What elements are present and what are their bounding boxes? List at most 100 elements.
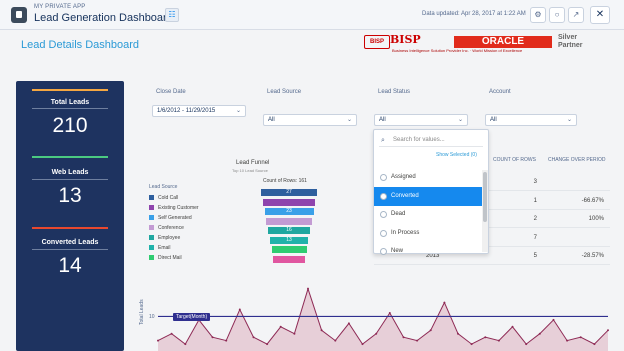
kpi-value: 14 [58, 254, 82, 277]
chart-point[interactable] [293, 332, 296, 335]
chart-point[interactable] [225, 339, 228, 342]
lead-source-select[interactable]: All ⌄ [263, 114, 357, 126]
radio-icon [380, 174, 387, 181]
kpi-value: 13 [58, 184, 82, 207]
chart-point[interactable] [607, 329, 609, 332]
chat-icon[interactable]: ○ [549, 7, 565, 23]
legend-swatch [149, 215, 154, 220]
close-date-value: 1/6/2012 - 11/29/2015 [157, 108, 216, 114]
alert-icon[interactable]: ⚙ [530, 7, 546, 23]
chart-point[interactable] [266, 343, 269, 346]
chart-point[interactable] [320, 329, 323, 332]
share-icon[interactable]: ↗ [568, 7, 584, 23]
funnel-bar[interactable]: 23 [264, 208, 314, 215]
lead-status-value: All [379, 117, 386, 123]
legend-item[interactable]: Employee [149, 235, 180, 242]
chart-point[interactable] [457, 332, 459, 335]
close-icon[interactable]: ✕ [590, 6, 610, 24]
legend-title: Lead Source [149, 184, 178, 190]
show-selected-link[interactable]: Show Selected (0) [436, 152, 477, 158]
kpi-web-leads: Web Leads 13 [16, 169, 124, 208]
legend-item[interactable]: Self Generated [149, 215, 192, 222]
partner-line-2: Partner [558, 42, 583, 49]
funnel-bar[interactable] [271, 246, 307, 253]
chart-point[interactable] [238, 308, 241, 311]
legend-swatch [149, 255, 154, 260]
funnel-bar[interactable] [266, 217, 312, 225]
chart-point[interactable] [252, 336, 255, 339]
chart-y-axis-label: Total Leads [139, 299, 145, 325]
logo-tagline: Business Intelligence Solution Provider … [392, 48, 523, 53]
dropdown-option[interactable]: Converted [374, 186, 482, 206]
column-header-count: COUNT OF ROWS [493, 157, 536, 163]
chart-point[interactable] [497, 339, 500, 342]
chart-point[interactable] [443, 301, 446, 304]
table-cell-change: -66.67% [581, 197, 604, 204]
funnel-bar[interactable]: 27 [261, 189, 317, 196]
radio-icon [380, 192, 387, 200]
legend-item[interactable]: Email [149, 245, 171, 252]
bisp-mark: BISP [364, 35, 390, 49]
funnel-bar[interactable] [262, 198, 316, 206]
legend-item[interactable]: Existing Customer [149, 205, 199, 212]
chart-point[interactable] [361, 343, 364, 346]
chart-point[interactable] [593, 343, 596, 346]
option-label: In Process [391, 229, 420, 236]
chart-point[interactable] [538, 332, 541, 335]
chart-point[interactable] [579, 336, 582, 339]
radio-icon [380, 211, 387, 218]
chart-point[interactable] [429, 329, 432, 332]
chevron-down-icon: ⌄ [457, 117, 463, 123]
chart-point[interactable] [402, 336, 405, 339]
legend-item[interactable]: Conference [149, 225, 184, 232]
hierarchy-icon[interactable]: ☷ [165, 8, 179, 22]
dropdown-search-input[interactable]: ⌕ Search for values... [379, 134, 483, 147]
legend-item[interactable]: Direct Mail [149, 255, 182, 262]
chart-point[interactable] [170, 332, 173, 335]
chart-point[interactable] [184, 343, 187, 346]
chart-point[interactable] [375, 332, 378, 335]
app-title: Lead Generation Dashboard [34, 12, 173, 24]
radio-icon [380, 248, 387, 255]
chart-point[interactable] [157, 339, 159, 342]
kpi-divider [32, 179, 108, 180]
search-placeholder: Search for values... [393, 137, 445, 143]
kpi-accent-web [32, 156, 108, 158]
chart-point[interactable] [334, 339, 337, 342]
kpi-divider [32, 108, 108, 109]
lead-status-select[interactable]: All ⌄ [374, 114, 468, 126]
kpi-panel: Total Leads 210 Web Leads 13 Converted L… [16, 81, 124, 351]
chart-point[interactable] [566, 339, 569, 342]
legend-label: Email [158, 245, 171, 251]
chart-point[interactable] [279, 325, 282, 328]
chart-point[interactable] [511, 325, 514, 328]
funnel-bar[interactable]: 13 [269, 236, 309, 244]
partner-line-1: Silver [558, 34, 578, 41]
close-date-select[interactable]: 1/6/2012 - 11/29/2015 ⌄ [152, 105, 246, 117]
app-subtitle: MY PRIVATE APP [34, 4, 86, 10]
dropdown-option[interactable]: New [374, 242, 482, 261]
funnel-bar[interactable]: 16 [268, 227, 310, 234]
chart-point[interactable] [211, 336, 214, 339]
chart-point[interactable] [470, 343, 473, 346]
chart-point[interactable] [525, 343, 528, 346]
kpi-accent-converted [32, 227, 108, 229]
dropdown-option[interactable]: In Process [374, 224, 482, 243]
chart-point[interactable] [307, 287, 309, 290]
account-select[interactable]: All ⌄ [485, 114, 577, 126]
option-label: Dead [391, 211, 406, 217]
chart-point[interactable] [416, 339, 419, 342]
legend-swatch [149, 245, 154, 250]
close-date-label: Close Date [156, 89, 186, 95]
dropdown-scrollbar[interactable] [482, 170, 488, 252]
chart-point[interactable] [388, 312, 391, 314]
legend-label: Direct Mail [158, 255, 182, 261]
chart-point[interactable] [552, 318, 555, 321]
chart-point[interactable] [484, 336, 487, 339]
dropdown-option[interactable]: Dead [374, 205, 482, 224]
data-updated-text: Data updated: Apr 28, 2017 at 1:22 AM [422, 11, 526, 17]
chart-point[interactable] [347, 322, 350, 325]
funnel-bar[interactable] [273, 255, 305, 263]
legend-item[interactable]: Cold Call [149, 195, 178, 202]
dropdown-option[interactable]: Assigned [374, 168, 482, 187]
